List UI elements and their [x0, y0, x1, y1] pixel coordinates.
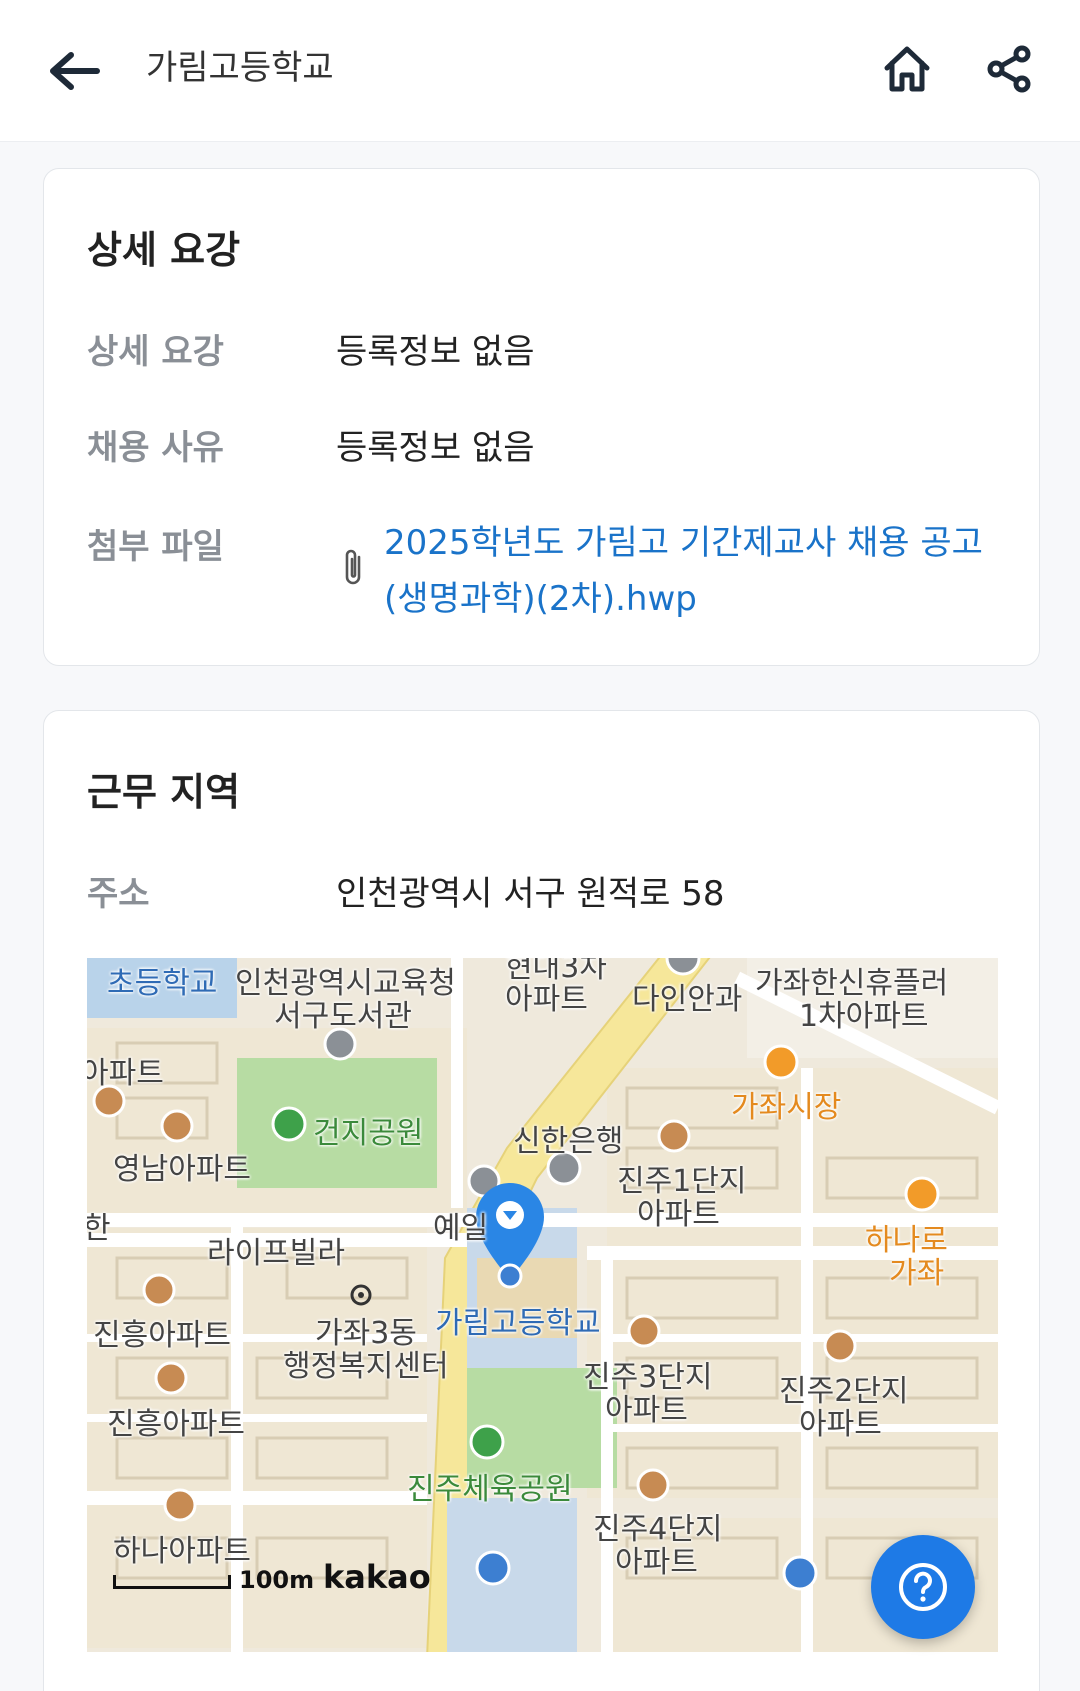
map-label: 신한은행: [513, 1124, 624, 1159]
map-label: 하나아파트: [113, 1534, 251, 1569]
map-label: 초등학교: [107, 966, 218, 1001]
details-card: 상세 요강 상세 요강 등록정보 없음 채용 사유 등록정보 없음 첨부 파일 …: [43, 168, 1040, 666]
location-card: 근무 지역 주소 인천광역시 서구 원적로 58 초등학교 인천광역시교육청 서…: [43, 710, 1040, 1691]
map-label: 1차아파트: [799, 999, 929, 1034]
details-title: 상세 요강: [87, 228, 241, 272]
map-label: 진주체육공원: [407, 1472, 573, 1507]
attachment-link[interactable]: 2025학년도 가림고 기간제교사 채용 공고(생명과학)(2차).hwp: [384, 515, 1004, 627]
question-circle-icon: [899, 1563, 947, 1611]
map-label: 영남아파트: [113, 1152, 251, 1187]
map-label: 아파트: [505, 982, 588, 1017]
map-label: 아파트: [799, 1407, 882, 1442]
paperclip-icon: [345, 549, 361, 585]
address-label: 주소: [87, 874, 150, 914]
home-button[interactable]: [872, 34, 942, 104]
map-label-school: 가림고등학교: [435, 1306, 601, 1341]
map-label: 진흥아파트: [107, 1407, 245, 1442]
detail-value: 등록정보 없음: [336, 332, 535, 372]
kakao-logo: kakao: [323, 1558, 431, 1596]
map-label: 라이프빌라: [207, 1236, 345, 1271]
arrow-left-icon: [50, 52, 100, 90]
map-label: 서구도서관: [274, 999, 412, 1034]
reason-value: 등록정보 없음: [336, 428, 535, 468]
map-scale-bar: [113, 1575, 231, 1589]
attachment-label: 첨부 파일: [87, 527, 224, 567]
back-button[interactable]: [40, 36, 110, 106]
map-label: 아파트: [615, 1545, 698, 1580]
share-button[interactable]: [974, 34, 1044, 104]
share-icon: [987, 45, 1031, 93]
detail-label: 상세 요강: [87, 332, 224, 372]
page-title: 가림고등학교: [146, 48, 334, 88]
location-title: 근무 지역: [87, 770, 241, 814]
map-label: 아파트: [87, 1056, 164, 1091]
map-label: 다인안과: [632, 982, 743, 1017]
map-label: 가좌: [889, 1256, 945, 1291]
map-label: 아파트: [637, 1197, 720, 1232]
map-view[interactable]: 초등학교 인천광역시교육청 서구도서관 현대3차 아파트 다인안과 가좌한신휴플…: [87, 958, 998, 1652]
map-scale-label: 100m: [239, 1566, 315, 1594]
map-label: 행정복지센터: [283, 1349, 449, 1384]
map-label: 건지공원: [313, 1116, 424, 1151]
help-button[interactable]: [871, 1535, 975, 1639]
home-icon: [884, 46, 930, 92]
map-label: 한: [87, 1211, 111, 1246]
map-label: 아파트: [605, 1393, 688, 1428]
map-label: 진흥아파트: [93, 1318, 231, 1353]
map-label: 예일: [433, 1211, 489, 1246]
reason-label: 채용 사유: [87, 428, 224, 468]
map-label: 가좌시장: [731, 1090, 842, 1125]
top-app-bar: 가림고등학교: [0, 0, 1080, 142]
address-value: 인천광역시 서구 원적로 58: [336, 874, 725, 914]
